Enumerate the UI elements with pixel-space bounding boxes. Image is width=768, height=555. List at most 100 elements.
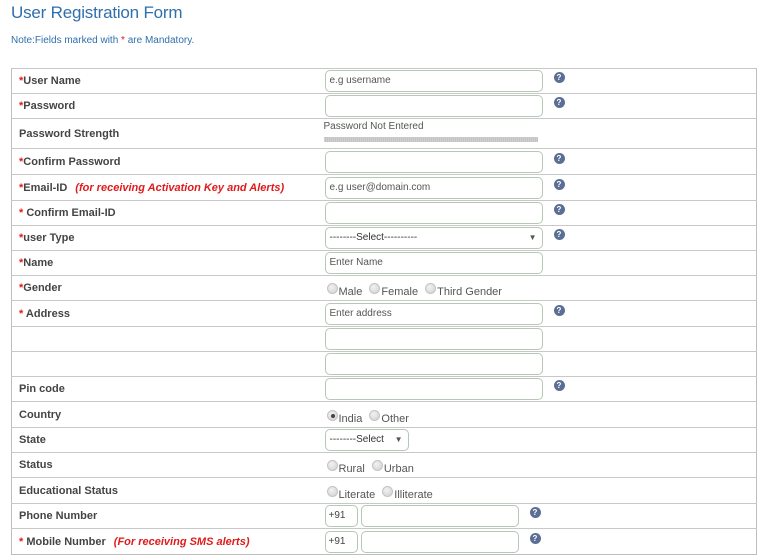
row-address-line2 — [11, 326, 757, 352]
password-strength-cell: Password Not Entered — [323, 118, 757, 149]
mandatory-note: Note:Fields marked with * are Mandatory. — [11, 35, 194, 46]
mobile-label: * Mobile Number (For receiving SMS alerts… — [11, 528, 324, 555]
password-cell: ? — [323, 93, 757, 119]
mobile-input[interactable] — [360, 530, 519, 553]
country-radio-group: India Other — [323, 401, 757, 428]
question-circle-icon[interactable]: ? — [553, 380, 565, 391]
user-type-select[interactable]: --------Select---------- ▼ — [324, 227, 543, 249]
registration-form-table: *User Name e.g username? *Password ? Pas… — [11, 68, 757, 555]
gender-male-label[interactable]: Male — [339, 286, 363, 298]
row-password-strength: Password Strength Password Not Entered — [11, 118, 757, 149]
country-other-label[interactable]: Other — [381, 413, 409, 425]
email-label-text: Email-ID — [23, 181, 68, 194]
question-circle-icon[interactable]: ? — [529, 532, 541, 544]
confirm-email-cell: ? — [323, 200, 757, 226]
country-india-label[interactable]: India — [339, 413, 363, 425]
education-illiterate-radio[interactable] — [382, 485, 394, 497]
address-line2-input[interactable] — [324, 328, 543, 350]
username-label-text: User Name — [23, 75, 81, 87]
row-user-type: *user Type --------Select---------- ▼? — [11, 225, 757, 251]
education-literate-label[interactable]: Literate — [339, 489, 376, 501]
question-circle-icon[interactable]: ? — [553, 72, 565, 83]
education-literate-radio[interactable] — [326, 485, 338, 497]
question-circle-icon[interactable]: ? — [529, 507, 541, 518]
row-country: Country India Other — [11, 401, 757, 428]
gender-female-radio[interactable] — [369, 283, 381, 294]
question-circle-icon[interactable]: ? — [553, 304, 565, 316]
phone-country-code[interactable]: +91 — [324, 505, 358, 527]
question-circle-icon[interactable]: ? — [553, 97, 565, 108]
country-other-radio[interactable] — [369, 409, 381, 421]
row-confirm-email: * Confirm Email-ID ? — [11, 200, 757, 226]
user-type-cell: --------Select---------- ▼? — [323, 225, 757, 251]
question-circle-icon[interactable]: ? — [553, 204, 565, 215]
name-cell: Enter Name — [323, 250, 757, 276]
mobile-cell: +91? — [323, 528, 757, 555]
note-suffix: are Mandatory. — [124, 35, 195, 46]
gender-female-label[interactable]: Female — [381, 286, 418, 298]
confirm-email-input[interactable] — [324, 202, 543, 224]
state-cell: --------Select ▼ — [323, 427, 757, 453]
row-password: *Password ? — [11, 93, 757, 119]
mobile-label-text: Mobile Number — [23, 535, 106, 548]
row-status: Status Rural Urban — [11, 452, 757, 478]
state-select[interactable]: --------Select ▼ — [324, 429, 409, 451]
password-strength-status: Password Not Entered — [323, 121, 424, 132]
address-label-text: Address — [23, 307, 70, 320]
mobile-country-code[interactable]: +91 — [324, 530, 358, 553]
row-address: * Address Enter address? — [11, 300, 757, 327]
state-selected: --------Select — [329, 434, 384, 445]
mobile-hint: (For receiving SMS alerts) — [113, 535, 250, 548]
row-gender: *Gender Male Female Third Gender — [11, 275, 757, 301]
email-hint: (for receiving Activation Key and Alerts… — [75, 181, 285, 194]
status-rural-radio[interactable] — [326, 460, 338, 471]
email-input[interactable]: e.g user@domain.com — [324, 176, 543, 199]
name-label: *Name — [11, 250, 324, 276]
address-line1-input[interactable]: Enter address — [324, 302, 543, 325]
user-type-label: *user Type — [11, 225, 324, 251]
username-label: *User Name — [11, 68, 324, 94]
username-cell: e.g username? — [323, 68, 757, 94]
gender-third-label[interactable]: Third Gender — [437, 286, 502, 298]
question-circle-icon[interactable]: ? — [553, 229, 565, 240]
address-label: * Address — [11, 300, 324, 327]
phone-cell: +91? — [323, 503, 757, 529]
confirm-password-label-text: Confirm Password — [23, 155, 121, 168]
address-line2-cell — [323, 326, 757, 352]
phone-label: Phone Number — [11, 503, 324, 529]
question-circle-icon[interactable]: ? — [553, 152, 565, 164]
name-input[interactable]: Enter Name — [324, 252, 543, 274]
row-email: *Email-ID (for receiving Activation Key a… — [11, 174, 757, 201]
email-label: *Email-ID (for receiving Activation Key a… — [11, 174, 324, 201]
confirm-email-label-text: Confirm Email-ID — [23, 207, 116, 219]
status-urban-radio[interactable] — [371, 460, 383, 471]
password-label-text: Password — [23, 100, 76, 112]
pincode-input[interactable] — [324, 378, 543, 400]
address-line3-input[interactable] — [324, 353, 543, 375]
state-label: State — [11, 427, 324, 453]
password-strength-bar — [323, 137, 538, 142]
dropdown-arrow-icon: ▼ — [394, 435, 403, 444]
password-input[interactable] — [324, 95, 543, 117]
gender-label-text: Gender — [23, 282, 62, 294]
confirm-password-input[interactable] — [324, 150, 543, 173]
question-circle-icon[interactable]: ? — [553, 178, 565, 190]
gender-male-radio[interactable] — [326, 283, 338, 294]
country-india-radio[interactable] — [326, 409, 338, 421]
user-type-selected: --------Select---------- — [329, 232, 418, 243]
user-type-label-text: user Type — [23, 232, 75, 244]
row-phone: Phone Number +91? — [11, 503, 757, 529]
empty-label — [11, 351, 324, 377]
name-label-text: Name — [23, 257, 54, 269]
gender-third-radio[interactable] — [425, 283, 437, 294]
row-name: *Name Enter Name — [11, 250, 757, 276]
status-urban-label[interactable]: Urban — [384, 463, 414, 475]
status-rural-label[interactable]: Rural — [339, 463, 365, 475]
status-radio-group: Rural Urban — [323, 452, 757, 478]
education-illiterate-label[interactable]: Illiterate — [394, 489, 433, 501]
password-label: *Password — [11, 93, 324, 119]
phone-input[interactable] — [360, 505, 519, 527]
pincode-cell: ? — [323, 376, 757, 402]
note-prefix: Note:Fields marked with — [11, 35, 122, 46]
username-input[interactable]: e.g username — [324, 70, 543, 92]
